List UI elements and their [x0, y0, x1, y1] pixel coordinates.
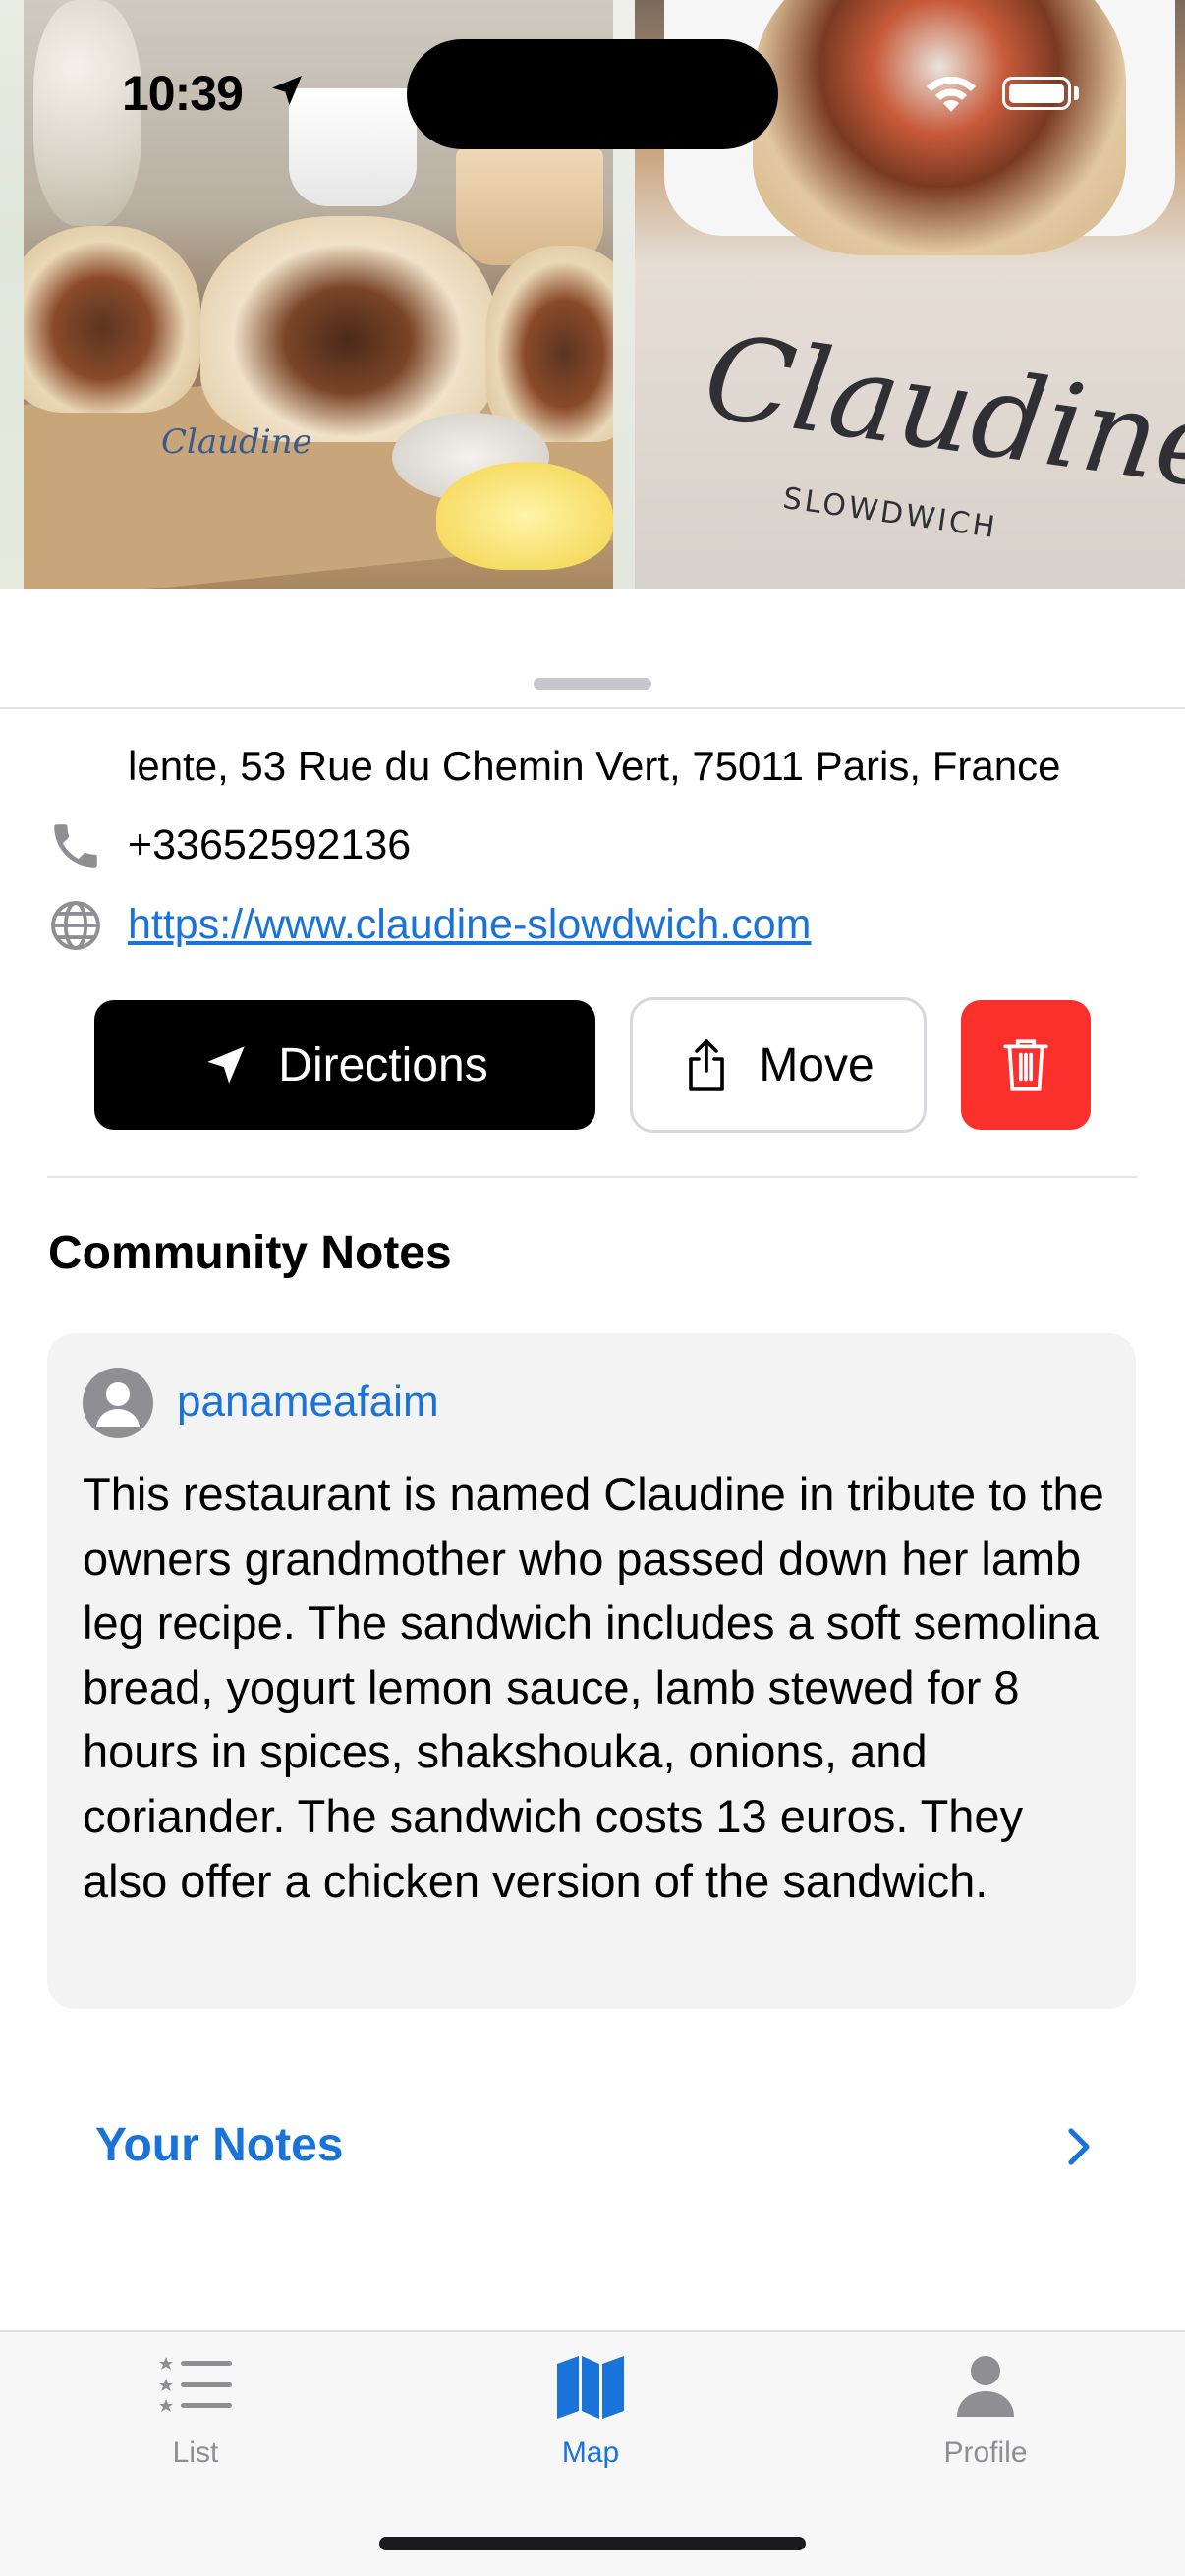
avatar[interactable] — [83, 1368, 153, 1438]
dynamic-island — [407, 39, 778, 149]
note-text: This restaurant is named Claudine in tri… — [83, 1468, 1104, 1907]
person-icon — [957, 2356, 1014, 2417]
move-button[interactable]: Move — [630, 997, 927, 1133]
website-link[interactable]: https://www.claudine-slowdwich.com — [128, 901, 811, 949]
chevron-right-icon[interactable] — [1061, 2125, 1097, 2168]
lemon-decoration — [436, 462, 613, 570]
list-icon — [159, 2357, 232, 2412]
photo-tagline: SLOWDWICH — [780, 480, 1000, 546]
home-indicator — [379, 2537, 806, 2550]
tab-map[interactable]: Map — [482, 2338, 699, 2476]
tab-label: List — [172, 2436, 219, 2469]
tab-label: Map — [561, 2436, 620, 2469]
phone-icon — [54, 824, 97, 868]
your-notes-link[interactable]: Your Notes — [95, 2118, 343, 2172]
map-background — [0, 0, 24, 589]
cup-decoration — [289, 88, 417, 206]
location-arrow-icon — [272, 76, 302, 105]
section-divider — [47, 1176, 1138, 1178]
tab-label: Profile — [943, 2436, 1028, 2469]
sandwich-decoration — [485, 246, 613, 442]
note-username[interactable]: panameafaim — [177, 1377, 439, 1427]
photo-brand-text: Claudine — [161, 422, 312, 462]
battery-icon — [1002, 77, 1071, 110]
globe-icon — [51, 901, 100, 950]
address-text: lente, 53 Rue du Chemin Vert, 75011 Pari… — [128, 743, 1061, 789]
sandwich-decoration — [200, 216, 495, 442]
sandwich-decoration — [24, 226, 200, 413]
phone-number[interactable]: +33652592136 — [128, 821, 411, 869]
tab-list[interactable]: List — [87, 2338, 304, 2476]
trash-icon — [1003, 1039, 1048, 1091]
sandwich-decoration — [753, 0, 1126, 255]
directions-label: Directions — [278, 1038, 488, 1092]
address-row: lente, 53 Rue du Chemin Vert, 75011 Pari… — [0, 709, 1185, 792]
navigation-arrow-icon — [201, 1040, 251, 1090]
directions-button[interactable]: Directions — [94, 1000, 595, 1130]
delete-button[interactable] — [961, 1000, 1091, 1130]
tab-profile[interactable]: Profile — [877, 2338, 1094, 2476]
person-icon — [96, 1382, 140, 1427]
status-time: 10:39 — [122, 66, 244, 121]
photo-brand-logo: Claudine — [696, 308, 1185, 516]
move-label: Move — [759, 1038, 875, 1092]
share-icon — [682, 1037, 731, 1092]
map-icon — [557, 2356, 624, 2419]
sheet-grabber[interactable] — [534, 678, 651, 690]
battery-nub — [1074, 86, 1079, 100]
wifi-icon — [927, 76, 976, 112]
community-notes-title: Community Notes — [48, 1227, 452, 1279]
